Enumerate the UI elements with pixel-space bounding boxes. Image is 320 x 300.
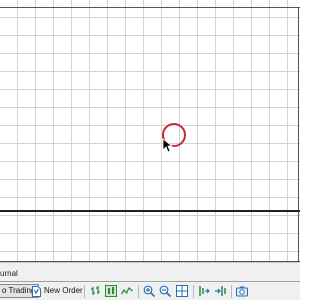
chart-top-border xyxy=(0,7,300,8)
bar-chart-icon[interactable] xyxy=(90,285,102,297)
tab-journal[interactable]: urnal xyxy=(0,269,18,278)
standard-toolbar: o Trading New Order xyxy=(0,281,300,300)
toolbar-separator xyxy=(84,285,85,298)
tile-windows-icon[interactable] xyxy=(176,285,188,297)
auto-scroll-icon[interactable] xyxy=(214,285,226,297)
zoom-in-icon[interactable] xyxy=(143,285,155,297)
chart-shift-icon[interactable] xyxy=(198,285,210,297)
terminal-tabs: urnal xyxy=(0,262,300,281)
new-order-button[interactable]: New Order xyxy=(32,284,83,298)
zoom-out-icon[interactable] xyxy=(159,285,171,297)
new-order-icon xyxy=(32,285,41,297)
toolbar-separator xyxy=(193,285,194,298)
line-chart-icon[interactable] xyxy=(121,285,133,297)
toolbar-separator xyxy=(138,285,139,298)
candlestick-chart-icon[interactable] xyxy=(105,285,117,297)
screenshot-icon[interactable] xyxy=(236,285,248,297)
mouse-cursor-icon xyxy=(163,139,173,153)
chart-right-border xyxy=(298,7,299,262)
new-order-label: New Order xyxy=(44,286,83,295)
toolbar-separator xyxy=(231,285,232,298)
sub-window-divider[interactable] xyxy=(0,210,300,212)
chart-area[interactable] xyxy=(0,0,300,262)
